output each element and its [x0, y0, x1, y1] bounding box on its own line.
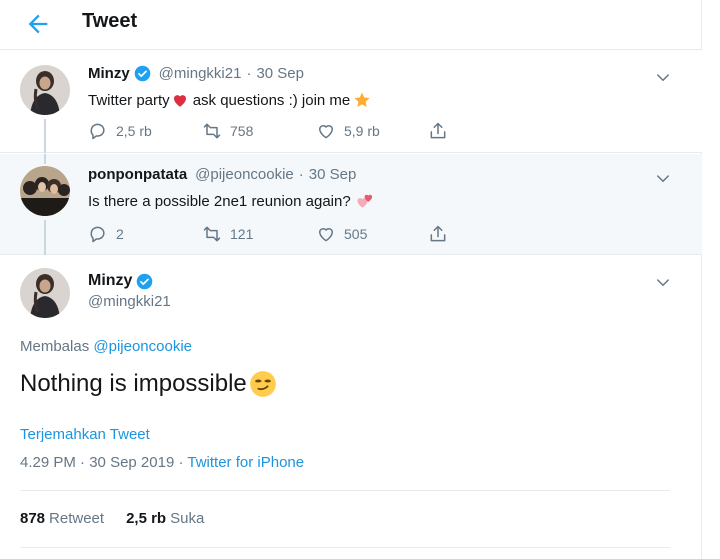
- tweet-item[interactable]: ponponpatata @pijeoncookie · 30 Sep Is t…: [0, 154, 702, 255]
- reply-count: 2,5 rb: [116, 123, 152, 139]
- chevron-down-icon[interactable]: [654, 170, 672, 188]
- tweet-text-part: Twitter party: [88, 91, 170, 109]
- tweet-time[interactable]: 4.29 PM: [20, 454, 76, 471]
- mention-link[interactable]: @pijeoncookie: [93, 338, 192, 355]
- thread-line: [44, 220, 46, 255]
- thread-line: [44, 119, 46, 153]
- separator-dot: ·: [298, 166, 304, 183]
- translate-link[interactable]: Terjemahkan Tweet: [20, 426, 150, 443]
- tweet-text-part: Is there a possible 2ne1 reunion again?: [88, 192, 351, 210]
- tweet-text-part: ask questions :) join me: [192, 91, 351, 109]
- share-button[interactable]: [428, 224, 456, 244]
- share-icon: [430, 122, 446, 139]
- retweet-icon: [203, 123, 221, 139]
- back-button[interactable]: [24, 10, 52, 38]
- page-title: Tweet: [82, 10, 138, 32]
- retweets-count: 878: [20, 510, 46, 527]
- like-count: 505: [344, 226, 368, 242]
- heart-outline-icon: [319, 228, 333, 242]
- tweet-text: Twitter party ask questions :) join me: [88, 91, 371, 109]
- author-name-row: Minzy: [88, 272, 171, 290]
- tweet-text: Is there a possible 2ne1 reunion again?: [88, 191, 375, 211]
- arrow-left-icon: [28, 14, 48, 34]
- retweet-count: 121: [230, 226, 254, 242]
- tweet-header: Minzy @mingkki21 · 30 Sep: [88, 65, 304, 82]
- likes-label: Suka: [170, 510, 205, 527]
- retweets-stat[interactable]: 878 Retweet: [20, 510, 104, 527]
- separator-dot: ·: [80, 454, 90, 471]
- share-icon: [430, 225, 446, 242]
- smirking-face-icon: [249, 371, 276, 397]
- replying-to-label: Membalas: [20, 338, 90, 355]
- share-button[interactable]: [428, 121, 456, 141]
- tweet-column: Tweet Minzy @mingkki21 · 30 Sep Twitter …: [0, 0, 702, 559]
- replying-to: Membalas @pijeoncookie: [20, 338, 192, 355]
- tweet-meta: 4.29 PM · 30 Sep 2019 · Twitter for iPho…: [20, 454, 304, 471]
- like-count: 5,9 rb: [344, 123, 380, 139]
- like-button[interactable]: 5,9 rb: [316, 121, 380, 141]
- tweet-date[interactable]: 30 Sep: [256, 65, 304, 82]
- retweet-icon: [203, 226, 221, 242]
- tweet-header: ponponpatata @pijeoncookie · 30 Sep: [88, 166, 356, 183]
- retweet-button[interactable]: 121: [202, 224, 253, 244]
- chevron-down-icon[interactable]: [654, 69, 672, 87]
- username[interactable]: @pijeoncookie: [195, 166, 294, 183]
- divider: [20, 490, 670, 491]
- engagement-stats: 878 Retweet 2,5 rb Suka: [20, 510, 226, 527]
- username[interactable]: @mingkki21: [88, 293, 171, 310]
- display-name[interactable]: ponponpatata: [88, 166, 187, 183]
- reply-icon: [90, 226, 105, 243]
- avatar[interactable]: [20, 166, 70, 216]
- likes-count: 2,5 rb: [126, 510, 167, 527]
- star-icon: [354, 92, 370, 108]
- likes-stat[interactable]: 2,5 rb Suka: [126, 510, 204, 527]
- red-heart-icon: [173, 95, 186, 107]
- tweet-date[interactable]: 30 Sep: [309, 166, 357, 183]
- verified-badge-icon: [137, 273, 153, 289]
- display-name[interactable]: Minzy: [88, 65, 130, 82]
- username[interactable]: @mingkki21: [159, 65, 242, 82]
- page-header: Tweet: [0, 0, 702, 50]
- tweet-item[interactable]: Minzy @mingkki21 · 30 Sep Twitter party …: [0, 51, 702, 153]
- author-block: Minzy @mingkki21: [88, 272, 171, 310]
- reply-count: 2: [116, 226, 124, 242]
- tweet-text: Nothing is impossible: [20, 370, 277, 398]
- thread-line: [44, 154, 46, 164]
- display-name[interactable]: Minzy: [88, 272, 132, 290]
- avatar[interactable]: [20, 65, 70, 115]
- retweets-label: Retweet: [49, 510, 105, 527]
- focused-tweet: Minzy @mingkki21 Membalas @pijeoncookie …: [0, 256, 702, 559]
- verified-badge-icon: [134, 65, 150, 82]
- chevron-down-icon[interactable]: [654, 274, 672, 292]
- tweet-source-link[interactable]: Twitter for iPhone: [187, 454, 304, 471]
- two-hearts-icon: [357, 194, 372, 208]
- separator-dot: ·: [246, 65, 252, 82]
- heart-outline-icon: [319, 125, 333, 139]
- tweet-date[interactable]: 30 Sep 2019: [89, 454, 174, 471]
- tweet-text-part: Nothing is impossible: [20, 370, 247, 397]
- like-button[interactable]: 505: [316, 224, 367, 244]
- retweet-button[interactable]: 758: [202, 121, 253, 141]
- reply-icon: [90, 123, 105, 140]
- retweet-count: 758: [230, 123, 254, 139]
- divider: [20, 547, 670, 548]
- reply-button[interactable]: 2,5 rb: [88, 121, 152, 141]
- avatar[interactable]: [20, 268, 70, 318]
- reply-button[interactable]: 2: [88, 224, 124, 244]
